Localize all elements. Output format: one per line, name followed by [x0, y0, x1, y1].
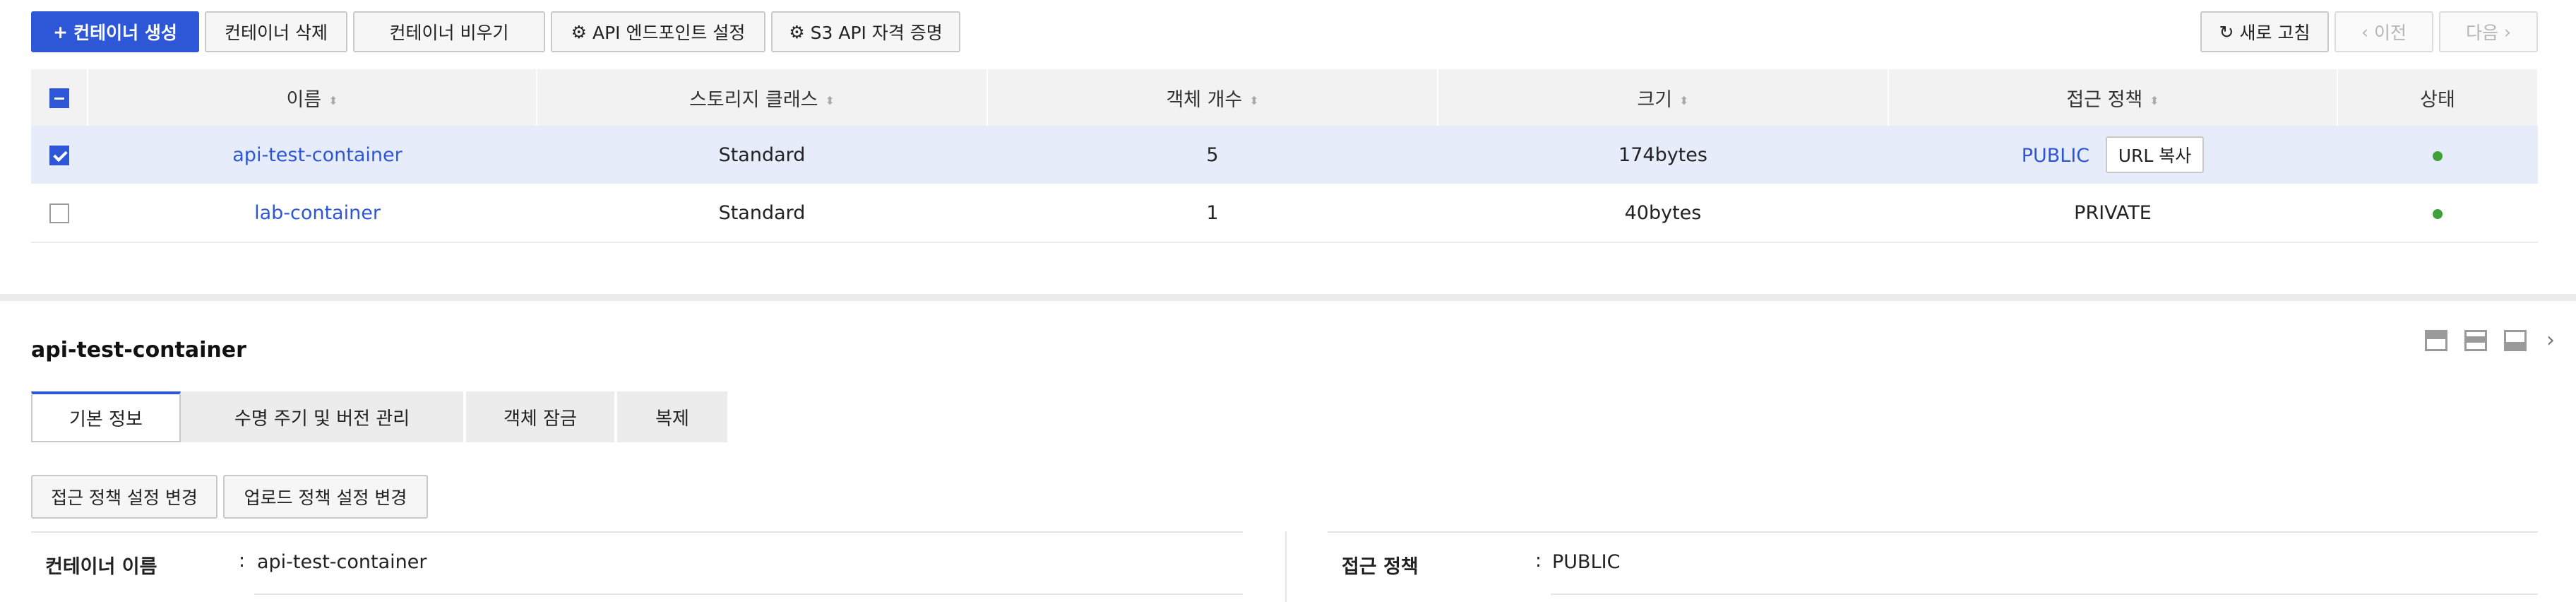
change-access-policy-button[interactable]: 접근 정책 설정 변경 — [31, 475, 217, 519]
column-header-object-count[interactable]: 객체 개수 ⬍ — [987, 69, 1438, 126]
detail-title: api-test-container — [31, 338, 246, 362]
table-header-row: 이름 ⬍ 스토리지 클래스 ⬍ 객체 개수 ⬍ 크기 ⬍ 접근 정책 ⬍ 상태 — [31, 69, 2539, 126]
row-select-cell — [31, 126, 88, 184]
status-indicator — [2433, 208, 2443, 219]
info-divider — [31, 531, 1243, 533]
tab-object-lock[interactable]: 객체 잠금 — [466, 391, 614, 442]
container-name-label: 컨테이너 이름 — [45, 556, 157, 578]
info-divider — [254, 594, 1243, 595]
tab-basic-info[interactable]: 기본 정보 — [31, 391, 181, 442]
table-row[interactable]: api-test-container Standard 5 174bytes P… — [31, 126, 2538, 184]
container-name-cell: lab-container — [88, 184, 537, 243]
chevron-right-icon[interactable]: › — [2546, 328, 2555, 353]
create-container-button[interactable]: + 컨테이너 생성 — [31, 11, 199, 52]
sort-icon: ⬍ — [328, 93, 338, 107]
column-header-name[interactable]: 이름 ⬍ — [88, 69, 537, 126]
select-all-cell[interactable] — [31, 69, 88, 126]
container-table: 이름 ⬍ 스토리지 클래스 ⬍ 객체 개수 ⬍ 크기 ⬍ 접근 정책 ⬍ 상태 api-t… — [31, 69, 2539, 243]
access-policy-link[interactable]: PUBLIC — [2022, 145, 2089, 167]
size-cell: 40bytes — [1438, 184, 1888, 243]
chevron-right-icon: › — [2504, 21, 2511, 42]
sort-icon: ⬍ — [1249, 93, 1259, 107]
gear-icon: ⚙ — [789, 21, 805, 42]
object-count-cell: 5 — [987, 126, 1438, 184]
s3-api-credential-button[interactable]: ⚙ S3 API 자격 증명 — [771, 11, 960, 52]
plus-icon: + — [53, 21, 68, 42]
info-column-separator — [1285, 531, 1287, 602]
column-header-access-policy[interactable]: 접근 정책 ⬍ — [1888, 69, 2338, 126]
layout-top-icon[interactable] — [2425, 329, 2447, 351]
column-header-size[interactable]: 크기 ⬍ — [1438, 69, 1889, 126]
object-count-cell: 1 — [987, 184, 1438, 243]
sort-icon: ⬍ — [1679, 93, 1689, 107]
empty-container-button[interactable]: 컨테이너 비우기 — [353, 11, 545, 52]
info-divider — [1551, 594, 2538, 595]
status-cell — [2337, 126, 2538, 184]
column-header-status: 상태 — [2337, 69, 2539, 126]
container-name-link[interactable]: api-test-container — [232, 144, 402, 166]
access-policy-value: PUBLIC — [1552, 551, 1621, 573]
sort-icon: ⬍ — [825, 93, 835, 107]
layout-middle-icon[interactable] — [2464, 329, 2487, 351]
copy-url-button[interactable]: URL 복사 — [2105, 136, 2205, 173]
layout-bottom-icon[interactable] — [2504, 329, 2527, 351]
column-header-storage-class[interactable]: 스토리지 클래스 ⬍ — [537, 69, 988, 126]
refresh-icon: ↻ — [2219, 21, 2234, 42]
next-page-button[interactable]: 다음 › — [2439, 11, 2538, 52]
prev-page-button[interactable]: ‹ 이전 — [2334, 11, 2433, 52]
panel-divider[interactable] — [0, 294, 2576, 301]
row-checkbox[interactable] — [49, 146, 69, 165]
container-name-cell: api-test-container — [88, 126, 537, 184]
change-upload-policy-button[interactable]: 업로드 정책 설정 변경 — [223, 475, 428, 519]
sort-icon: ⬍ — [2149, 93, 2159, 107]
colon-separator: : — [1535, 550, 1542, 572]
row-select-cell — [31, 184, 88, 243]
delete-container-button[interactable]: 컨테이너 삭제 — [205, 11, 347, 52]
storage-class-cell: Standard — [537, 184, 987, 243]
row-checkbox[interactable] — [49, 203, 69, 223]
access-policy-cell: PRIVATE — [1888, 184, 2337, 243]
refresh-button[interactable]: ↻ 새로 고침 — [2200, 11, 2329, 52]
storage-class-cell: Standard — [537, 126, 987, 184]
gear-icon: ⚙ — [571, 21, 587, 42]
status-indicator — [2433, 150, 2443, 161]
container-name-value: api-test-container — [257, 551, 427, 573]
chevron-left-icon: ‹ — [2361, 21, 2368, 42]
panel-layout-controls: › — [2425, 328, 2555, 353]
status-cell — [2337, 184, 2538, 243]
access-policy-label: 접근 정책 — [1342, 556, 1419, 578]
colon-separator: : — [239, 550, 246, 572]
table-row[interactable]: lab-container Standard 1 40bytes PRIVATE — [31, 184, 2538, 243]
container-name-link[interactable]: lab-container — [254, 202, 381, 224]
api-endpoint-settings-button[interactable]: ⚙ API 엔드포인트 설정 — [551, 11, 765, 52]
size-cell: 174bytes — [1438, 126, 1888, 184]
tab-replication[interactable]: 복제 — [617, 391, 727, 442]
info-divider — [1328, 531, 2538, 533]
select-all-checkbox[interactable] — [49, 88, 69, 108]
access-policy-cell: PUBLIC URL 복사 — [1888, 126, 2337, 184]
tab-lifecycle-versioning[interactable]: 수명 주기 및 버전 관리 — [181, 391, 463, 442]
toolbar: + 컨테이너 생성 컨테이너 삭제 컨테이너 비우기 ⚙ API 엔드포인트 설… — [31, 11, 2545, 55]
